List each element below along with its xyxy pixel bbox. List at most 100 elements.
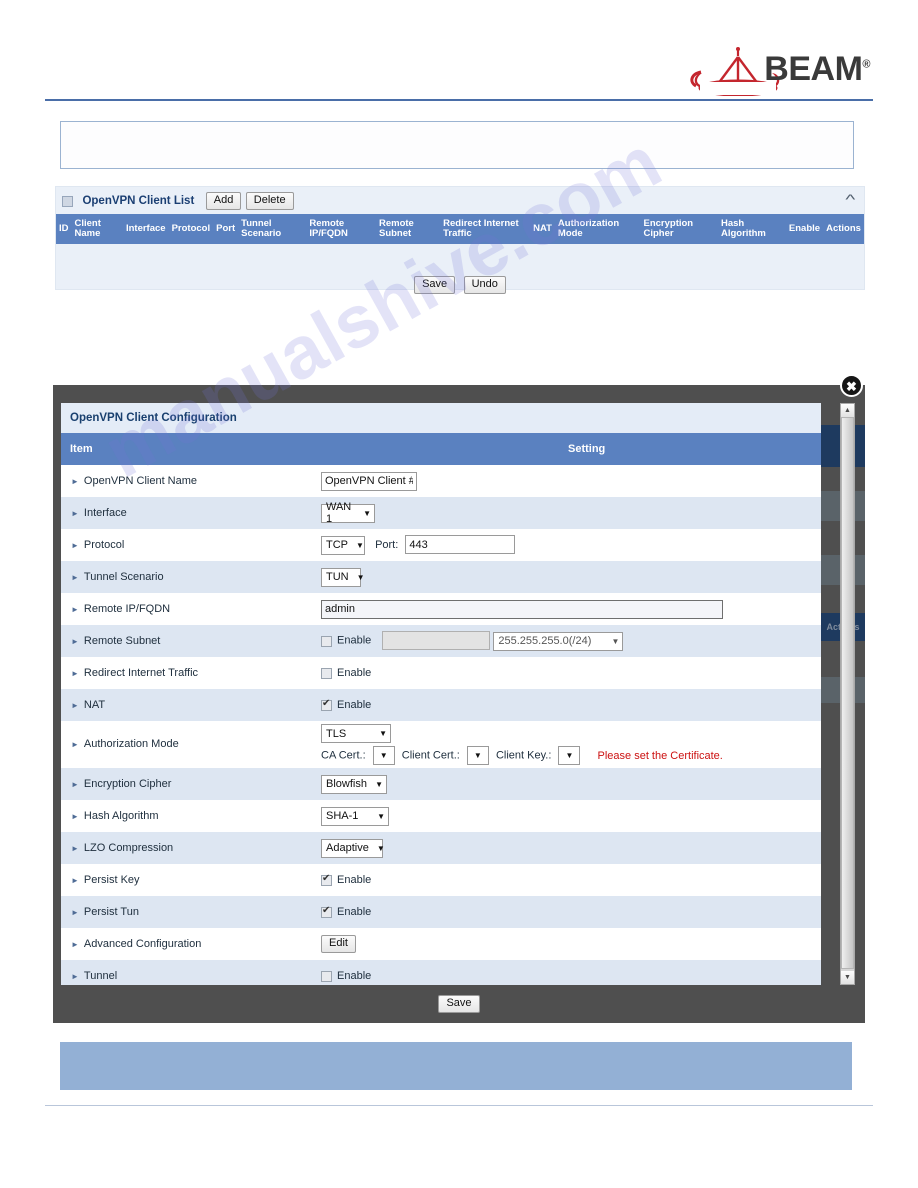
ca-cert-select[interactable]: ▼: [372, 746, 395, 765]
client-list-body: [56, 244, 864, 268]
dialog-scrollbar[interactable]: ▲ ▼: [840, 403, 855, 985]
row-protocol: ► Protocol TCP ▼ Port:: [61, 529, 821, 561]
col-enable: Enable: [785, 214, 824, 244]
dialog-title: OpenVPN Client Configuration: [61, 403, 821, 433]
hash-algorithm-value: SHA-1: [326, 810, 359, 822]
chevron-down-icon: ▼: [473, 751, 482, 760]
chevron-down-icon: ▼: [363, 508, 371, 518]
row-persist-key: ► Persist Key Enable: [61, 864, 821, 896]
remote-subnet-enable-checkbox[interactable]: [321, 635, 332, 647]
label-lzo-compression: LZO Compression: [83, 842, 174, 855]
configuration-header-row: Item Setting: [61, 433, 821, 465]
row-advanced-configuration: ► Advanced Configuration Edit: [61, 928, 821, 960]
lzo-compression-value: Adaptive: [326, 842, 369, 854]
label-tunnel: Tunnel: [83, 970, 118, 983]
row-redirect-internet-traffic: ► Redirect Internet Traffic Enable: [61, 657, 821, 689]
label-openvpn-client-name: OpenVPN Client Name: [83, 475, 198, 488]
remote-subnet-mask-value: 255.255.255.0(/24): [498, 635, 592, 648]
undo-button[interactable]: Undo: [463, 276, 506, 294]
edit-button[interactable]: Edit: [321, 935, 356, 953]
certificate-warning: Please set the Certificate.: [597, 749, 723, 762]
row-tunnel-scenario: ► Tunnel Scenario TUN ▼: [61, 561, 821, 593]
persist-key-checkbox[interactable]: [321, 873, 332, 886]
col-encryption-cipher: Encryption Cipher: [640, 214, 718, 244]
openvpn-client-list-panel: OpenVPN Client List Add Delete ^ ID Clie…: [55, 186, 865, 294]
remote-ip-fqdn-input[interactable]: [321, 599, 723, 619]
tunnel-enable-checkbox[interactable]: [321, 970, 332, 982]
bullet-arrow-icon: ►: [71, 668, 79, 678]
col-id: ID: [56, 214, 72, 244]
save-button[interactable]: Save: [414, 276, 456, 294]
bullet-arrow-icon: ►: [71, 604, 79, 614]
remote-subnet-input[interactable]: [382, 631, 491, 651]
header-divider: [45, 99, 873, 101]
document-page: BEAM® OpenVPN Client List Add Delete ^ I…: [0, 0, 918, 1188]
caret-down-icon[interactable]: ▼: [841, 971, 854, 984]
caret-up-icon[interactable]: ▲: [841, 404, 854, 417]
col-remote-ip: Remote IP/FQDN: [306, 214, 376, 244]
encryption-cipher-select[interactable]: Blowfish ▼: [321, 774, 387, 794]
note-box-top: [60, 121, 854, 169]
openvpn-client-name-input[interactable]: [321, 471, 417, 491]
client-cert-select[interactable]: ▼: [466, 746, 489, 765]
column-setting: Setting: [319, 433, 821, 465]
col-protocol: Protocol: [168, 214, 214, 244]
authorization-mode-select[interactable]: TLS ▼: [321, 724, 391, 743]
ca-cert-label: CA Cert.:: [321, 749, 366, 762]
persist-tun-checkbox[interactable]: [321, 905, 332, 918]
tunnel-scenario-select[interactable]: TUN ▼: [321, 567, 365, 587]
dialog-save-button[interactable]: Save: [438, 995, 480, 1013]
interface-select[interactable]: WAN 1 ▼: [321, 501, 375, 525]
client-list-title: OpenVPN Client List: [82, 195, 195, 207]
remote-subnet-mask-select[interactable]: 255.255.255.0(/24) ▼: [493, 631, 624, 651]
bullet-arrow-icon: ►: [71, 700, 79, 710]
col-interface: Interface: [122, 214, 169, 244]
table-empty-row: [56, 244, 864, 268]
add-button[interactable]: Add: [205, 192, 242, 210]
col-remote-subnet: Remote Subnet: [375, 214, 441, 244]
dialog-content: OpenVPN Client Configuration Item Settin…: [61, 403, 821, 985]
col-actions: Actions: [823, 214, 864, 244]
chevron-up-icon[interactable]: ^: [846, 191, 856, 207]
tunnel-enable-label: Enable: [337, 970, 372, 983]
row-openvpn-client-name: ► OpenVPN Client Name: [61, 465, 821, 497]
redirect-internet-traffic-checkbox[interactable]: [321, 667, 332, 679]
client-key-select[interactable]: ▼: [558, 746, 581, 765]
brand-name: BEAM®: [764, 50, 870, 88]
row-tunnel: ► Tunnel Enable: [61, 960, 821, 985]
port-input[interactable]: [405, 535, 516, 555]
footer-divider: [45, 1105, 873, 1106]
configuration-table: Item Setting ► OpenVPN Client Name ► Inter…: [61, 433, 821, 985]
bullet-arrow-icon: ►: [71, 811, 79, 821]
chevron-down-icon: ▼: [356, 540, 364, 550]
note-box-bottom: [60, 1042, 852, 1090]
beam-logo: BEAM®: [690, 44, 870, 96]
configuration-table-head: Item Setting: [61, 433, 821, 465]
protocol-select[interactable]: TCP ▼: [321, 535, 365, 555]
client-list-table: ID Client Name Interface Protocol Port T…: [56, 214, 864, 268]
bullet-arrow-icon: ►: [71, 508, 79, 518]
close-icon[interactable]: ✖: [840, 374, 863, 397]
bullet-arrow-icon: ►: [71, 476, 79, 486]
remote-subnet-enable-label: Enable: [337, 635, 372, 648]
bullet-arrow-icon: ►: [71, 939, 79, 949]
nat-enable-checkbox[interactable]: [321, 698, 332, 711]
delete-button[interactable]: Delete: [245, 192, 294, 210]
client-list-head: ID Client Name Interface Protocol Port T…: [56, 214, 864, 244]
configuration-table-body: ► OpenVPN Client Name ► Interface WAN 1 ▼ ►…: [61, 465, 821, 985]
label-protocol: Protocol: [83, 539, 125, 552]
row-authorization-mode: ► Authorization Mode TLS ▼ CA Cert.: ▼ Cli…: [61, 721, 821, 768]
hash-algorithm-select[interactable]: SHA-1 ▼: [321, 806, 389, 826]
tunnel-scenario-value: TUN: [326, 571, 349, 583]
row-hash-algorithm: ► Hash Algorithm SHA-1 ▼: [61, 800, 821, 832]
label-encryption-cipher: Encryption Cipher: [83, 778, 172, 791]
client-list-checkbox[interactable]: [62, 195, 73, 207]
row-encryption-cipher: ► Encryption Cipher Blowfish ▼: [61, 768, 821, 800]
certificate-row: CA Cert.: ▼ Client Cert.: ▼ Client Key.:…: [321, 746, 821, 765]
lzo-compression-select[interactable]: Adaptive ▼: [321, 838, 385, 858]
scrollbar-thumb[interactable]: [841, 417, 854, 969]
client-list-titlebar: OpenVPN Client List Add Delete ^: [56, 187, 864, 214]
registered-mark: ®: [862, 58, 870, 71]
label-persist-key: Persist Key: [83, 874, 140, 887]
dialog-footer: Save: [53, 985, 865, 1023]
